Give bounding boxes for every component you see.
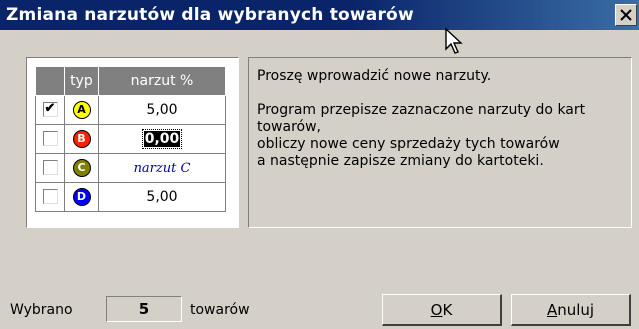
cancel-button[interactable]: Anuluj xyxy=(511,294,631,326)
grid-cell-check: ✔ xyxy=(35,95,65,125)
grid-header-narzut: narzut % xyxy=(98,66,226,96)
close-button[interactable] xyxy=(615,4,637,26)
markup-grid: typ narzut % ✔ A 5,00 B 0,00 Cnarzut C D 5,00 xyxy=(35,66,226,212)
row-checkbox[interactable] xyxy=(42,131,58,147)
grid-cell-narzut[interactable]: 5,00 xyxy=(98,95,226,125)
grid-row[interactable]: Cnarzut C xyxy=(35,153,226,183)
info-text-line: obliczy nowe ceny sprzedaży tych towarów xyxy=(257,136,560,152)
grid-row[interactable]: ✔ A 5,00 xyxy=(35,95,226,125)
grid-cell-narzut[interactable]: 0,00 xyxy=(98,124,226,154)
type-badge-icon: D xyxy=(72,187,91,206)
type-badge-icon: B xyxy=(72,129,91,148)
markup-value[interactable]: 0,00 xyxy=(141,129,183,149)
grid-header-typ: typ xyxy=(64,66,99,96)
grid-header-check xyxy=(35,66,65,96)
ok-mnemonic: O xyxy=(430,300,443,319)
grid-cell-typ: C xyxy=(64,153,99,183)
close-icon xyxy=(620,9,632,21)
cancel-label: nuluj xyxy=(557,300,595,319)
grid-cell-typ: B xyxy=(64,124,99,154)
cancel-mnemonic: A xyxy=(546,300,558,319)
selected-label: Wybrano xyxy=(10,302,73,318)
grid-cell-narzut[interactable]: narzut C xyxy=(98,153,226,183)
dialog-title: Zmiana narzutów dla wybranych towarów xyxy=(6,5,414,25)
grid-row[interactable]: D 5,00 xyxy=(35,182,226,212)
grid-cell-narzut[interactable]: 5,00 xyxy=(98,182,226,212)
row-checkbox[interactable] xyxy=(42,189,58,205)
grid-cell-check xyxy=(35,153,65,183)
grid-row[interactable]: B 0,00 xyxy=(35,124,226,154)
ok-label: K xyxy=(442,300,453,319)
row-checkbox[interactable] xyxy=(42,160,58,176)
markup-value[interactable]: narzut C xyxy=(134,161,191,176)
markup-value[interactable]: 5,00 xyxy=(146,189,177,205)
info-text-line: Program przepisze zaznaczone narzuty do … xyxy=(257,102,586,118)
selected-count: 5 xyxy=(106,296,182,322)
check-mark-icon: ✔ xyxy=(44,100,56,116)
markup-grid-panel: typ narzut % ✔ A 5,00 B 0,00 Cnarzut C D 5,00 xyxy=(26,57,239,228)
ok-button[interactable]: OK xyxy=(382,294,502,326)
row-checkbox[interactable]: ✔ xyxy=(42,100,58,118)
type-badge-icon: A xyxy=(72,100,91,119)
arrow-cursor-icon xyxy=(445,27,463,54)
info-text-line: a następnie zapisze zmiany do kartoteki. xyxy=(257,153,544,169)
grid-cell-typ: D xyxy=(64,182,99,212)
markup-value[interactable]: 5,00 xyxy=(146,102,177,118)
grid-cell-check xyxy=(35,182,65,212)
grid-cell-typ: A xyxy=(64,95,99,125)
info-panel: Proszę wprowadzić nowe narzuty. Program … xyxy=(248,57,632,228)
title-bar[interactable]: Zmiana narzutów dla wybranych towarów xyxy=(0,0,639,30)
type-badge-icon: C xyxy=(72,158,91,177)
items-label: towarów xyxy=(190,302,250,318)
grid-cell-check xyxy=(35,124,65,154)
info-text-line: Proszę wprowadzić nowe narzuty. xyxy=(257,68,492,84)
info-text-line: towarów, xyxy=(257,119,321,135)
